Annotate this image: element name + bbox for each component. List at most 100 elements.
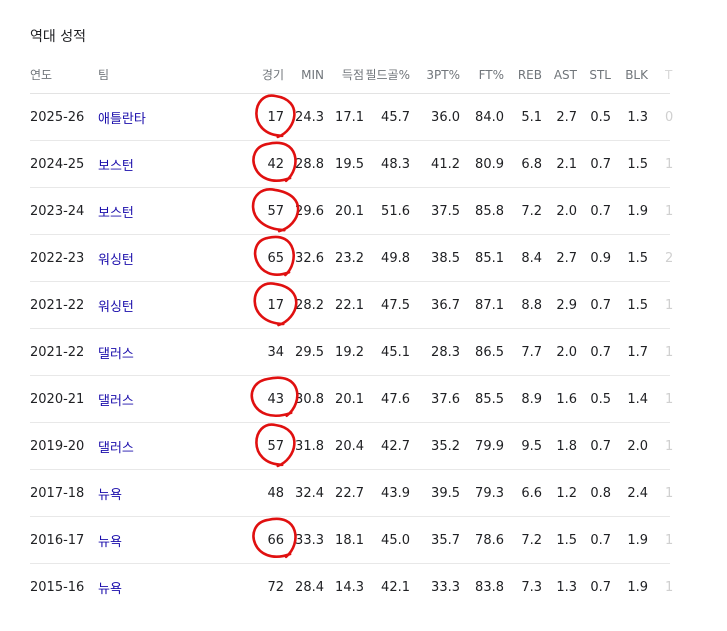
team-link[interactable]: 댈러스 xyxy=(98,376,178,422)
header-ft-pct[interactable]: FT% xyxy=(460,56,504,93)
header-minutes[interactable]: MIN xyxy=(284,56,324,93)
cell-three-pt-pct: 37.5 xyxy=(431,203,460,219)
cell-blocks: 1.7 xyxy=(627,344,648,360)
cell-assists: 1.5 xyxy=(556,532,577,548)
cell-blocks: 2.4 xyxy=(627,485,648,501)
cell-minutes: 29.5 xyxy=(295,344,324,360)
header-year[interactable]: 연도 xyxy=(30,56,100,93)
cell-fg-pct: 47.6 xyxy=(381,391,410,407)
cell-blocks: 1.5 xyxy=(627,297,648,313)
cell-minutes: 28.8 xyxy=(295,156,324,172)
table-row: 2021-22 댈러스 34 29.5 19.2 45.1 28.3 86.5 7.7 2.0 0.… xyxy=(30,329,673,376)
cell-year: 2019-20 xyxy=(30,438,85,454)
cell-games: 17 xyxy=(267,109,284,125)
cell-points: 19.5 xyxy=(335,156,364,172)
cell-points: 23.2 xyxy=(335,250,364,266)
team-link[interactable]: 뉴욕 xyxy=(98,564,178,610)
cell-rebounds: 8.8 xyxy=(521,297,542,313)
cell-ft-pct: 78.6 xyxy=(475,532,504,548)
cell-fg-pct: 47.5 xyxy=(381,297,410,313)
cell-fg-pct: 45.7 xyxy=(381,109,410,125)
cell-rebounds: 7.2 xyxy=(521,532,542,548)
cell-ft-pct: 86.5 xyxy=(475,344,504,360)
cell-steals: 0.8 xyxy=(590,485,611,501)
cell-blocks: 1.9 xyxy=(627,203,648,219)
cell-games: 66 xyxy=(267,532,284,548)
team-link[interactable]: 뉴욕 xyxy=(98,470,178,516)
cell-year: 2020-21 xyxy=(30,391,85,407)
cell-games: 17 xyxy=(267,297,284,313)
cell-points: 14.3 xyxy=(335,579,364,595)
cell-three-pt-pct: 41.2 xyxy=(431,156,460,172)
cell-three-pt-pct: 36.7 xyxy=(431,297,460,313)
cell-assists: 2.0 xyxy=(556,344,577,360)
header-turnovers[interactable]: T xyxy=(665,56,681,93)
cell-games: 48 xyxy=(267,485,284,501)
cell-year: 2021-22 xyxy=(30,344,85,360)
cell-ft-pct: 85.5 xyxy=(475,391,504,407)
cell-year: 2025-26 xyxy=(30,109,85,125)
cell-steals: 0.5 xyxy=(590,109,611,125)
header-blocks[interactable]: BLK xyxy=(611,56,648,93)
cell-fg-pct: 51.6 xyxy=(381,203,410,219)
team-link[interactable]: 워싱턴 xyxy=(98,282,178,328)
cell-minutes: 29.6 xyxy=(295,203,324,219)
cell-rebounds: 7.3 xyxy=(521,579,542,595)
team-link[interactable]: 보스턴 xyxy=(98,141,178,187)
header-fg-pct[interactable]: 필드골% xyxy=(364,56,410,93)
cell-year: 2021-22 xyxy=(30,297,85,313)
team-link[interactable]: 댈러스 xyxy=(98,329,178,375)
cell-steals: 0.7 xyxy=(590,156,611,172)
cell-steals: 0.7 xyxy=(590,203,611,219)
cell-turnovers: 1 xyxy=(665,297,674,313)
team-link[interactable]: 워싱턴 xyxy=(98,235,178,281)
header-three-pt-pct[interactable]: 3PT% xyxy=(410,56,460,93)
cell-three-pt-pct: 39.5 xyxy=(431,485,460,501)
cell-turnovers: 1 xyxy=(665,532,674,548)
cell-steals: 0.7 xyxy=(590,579,611,595)
cell-games: 34 xyxy=(267,344,284,360)
cell-steals: 0.7 xyxy=(590,297,611,313)
team-link[interactable]: 뉴욕 xyxy=(98,517,178,563)
cell-blocks: 1.9 xyxy=(627,532,648,548)
header-team[interactable]: 팀 xyxy=(98,56,178,93)
cell-games: 72 xyxy=(267,579,284,595)
cell-ft-pct: 83.8 xyxy=(475,579,504,595)
cell-blocks: 2.0 xyxy=(627,438,648,454)
cell-minutes: 31.8 xyxy=(295,438,324,454)
cell-turnovers: 1 xyxy=(665,203,674,219)
cell-games: 57 xyxy=(267,203,284,219)
team-link[interactable]: 댈러스 xyxy=(98,423,178,469)
cell-fg-pct: 49.8 xyxy=(381,250,410,266)
cell-points: 22.1 xyxy=(335,297,364,313)
header-rebounds[interactable]: REB xyxy=(504,56,542,93)
header-points[interactable]: 득점 xyxy=(324,56,364,93)
cell-ft-pct: 85.1 xyxy=(475,250,504,266)
cell-three-pt-pct: 35.7 xyxy=(431,532,460,548)
cell-ft-pct: 84.0 xyxy=(475,109,504,125)
cell-year: 2022-23 xyxy=(30,250,85,266)
cell-assists: 1.6 xyxy=(556,391,577,407)
table-row: 2021-22 워싱턴 17 28.2 22.1 47.5 36.7 87.1 8.8 2.9 0.… xyxy=(30,282,673,329)
cell-rebounds: 7.7 xyxy=(521,344,542,360)
header-assists[interactable]: AST xyxy=(542,56,577,93)
cell-points: 20.1 xyxy=(335,203,364,219)
table-row: 2022-23 워싱턴 65 32.6 23.2 49.8 38.5 85.1 8.4 2.7 0.… xyxy=(30,235,673,282)
team-link[interactable]: 애틀란타 xyxy=(98,94,178,140)
cell-assists: 2.0 xyxy=(556,203,577,219)
header-games[interactable]: 경기 xyxy=(242,56,284,93)
cell-blocks: 1.4 xyxy=(627,391,648,407)
cell-steals: 0.7 xyxy=(590,344,611,360)
cell-games: 42 xyxy=(267,156,284,172)
cell-fg-pct: 45.1 xyxy=(381,344,410,360)
cell-turnovers: 0 xyxy=(665,109,674,125)
cell-assists: 2.7 xyxy=(556,109,577,125)
cell-year: 2023-24 xyxy=(30,203,85,219)
cell-turnovers: 1 xyxy=(665,156,674,172)
cell-minutes: 32.6 xyxy=(295,250,324,266)
header-steals[interactable]: STL xyxy=(577,56,611,93)
cell-blocks: 1.5 xyxy=(627,250,648,266)
table-row: 2025-26 애틀란타 17 24.3 17.1 45.7 36.0 84.0 5.1 2.7 0… xyxy=(30,94,673,141)
team-link[interactable]: 보스턴 xyxy=(98,188,178,234)
cell-ft-pct: 79.3 xyxy=(475,485,504,501)
